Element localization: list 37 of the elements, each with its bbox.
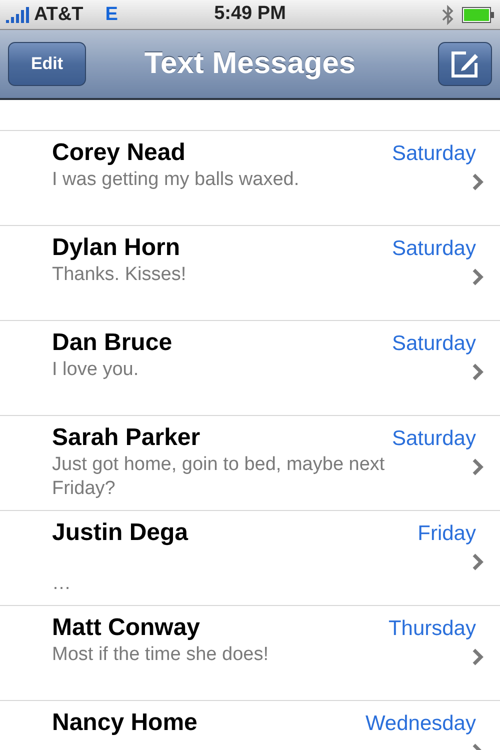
- message-date: Saturday: [392, 237, 476, 261]
- message-date: Saturday: [392, 427, 476, 451]
- message-row[interactable]: Sarah Parker Saturday Just got home, goin to bed, maybe next Friday?: [0, 416, 500, 510]
- message-row[interactable]: Dylan Horn Saturday Thanks. Kisses!: [0, 226, 500, 320]
- contact-name: Nancy Home: [52, 709, 198, 737]
- message-date: Friday: [418, 522, 476, 546]
- message-row[interactable]: Justin Dega Friday …: [0, 511, 500, 605]
- contact-name: Justin Dega: [52, 519, 188, 547]
- message-row[interactable]: Dan Bruce Saturday I love you.: [0, 321, 500, 415]
- network-type: E: [105, 4, 118, 26]
- message-date: Saturday: [392, 142, 476, 166]
- contact-name: Dan Bruce: [52, 329, 172, 357]
- bluetooth-icon: [442, 4, 454, 24]
- message-row[interactable]: Matt Conway Thursday Most if the time she does!: [0, 606, 500, 700]
- contact-name: Sarah Parker: [52, 424, 200, 452]
- message-preview: …: [52, 572, 72, 596]
- compose-icon: [450, 49, 480, 79]
- message-preview: Just got home, goin to bed, maybe next Friday?: [52, 453, 386, 501]
- message-preview: Most if the time she does!: [52, 643, 270, 667]
- battery-icon: [462, 6, 494, 22]
- screen-title: Text Messages: [144, 47, 356, 80]
- contact-name: Dylan Horn: [52, 234, 180, 262]
- signal-icon: [6, 6, 30, 22]
- contact-name: Corey Nead: [52, 139, 186, 167]
- message-date: Wednesday: [365, 712, 476, 736]
- message-date: Saturday: [392, 332, 476, 356]
- message-preview: I love you.: [52, 358, 140, 382]
- edit-button[interactable]: Edit: [8, 42, 86, 86]
- compose-button[interactable]: [438, 42, 492, 86]
- message-date: Thursday: [388, 617, 476, 641]
- message-preview: I was getting my balls waxed.: [52, 168, 300, 192]
- clock-time: 5:49 PM: [214, 3, 286, 24]
- message-preview: Thanks. Kisses!: [52, 263, 188, 287]
- message-row[interactable]: Nancy Home Wednesday: [0, 701, 500, 750]
- contact-name: Matt Conway: [52, 614, 200, 642]
- carrier-name: AT&T: [34, 4, 84, 26]
- message-row[interactable]: Corey Nead Saturday I was getting my balls waxed.: [0, 131, 500, 225]
